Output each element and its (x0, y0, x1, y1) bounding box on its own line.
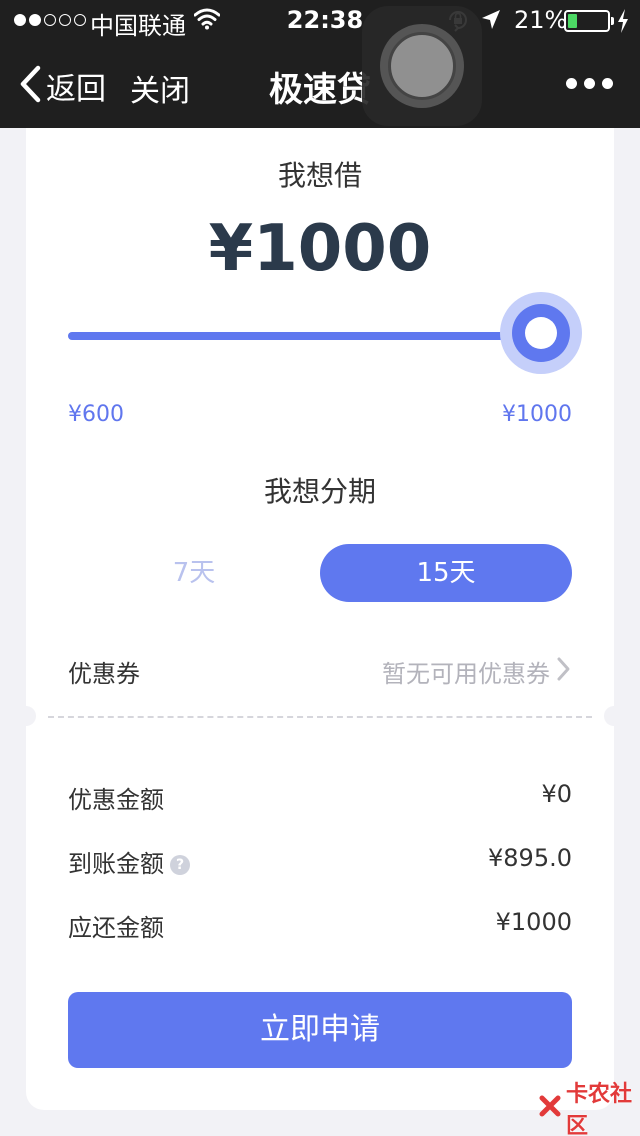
chevron-right-icon (556, 656, 572, 688)
watermark-text: 卡农社区 (566, 1082, 633, 1136)
received-amount-value: ¥895.0 (488, 844, 572, 872)
term-option-7-days[interactable]: 7天 (68, 544, 320, 602)
repay-amount-value: ¥1000 (495, 908, 572, 936)
slider-min-label: ¥600 (68, 402, 124, 427)
navigation-bar: 返回 关闭 极速贷 (0, 44, 640, 128)
battery-fill (568, 14, 577, 28)
top-bar: 中国联通 22:38 21% 返回 关闭 极速贷 (0, 0, 640, 128)
battery-icon (564, 10, 614, 32)
assistive-touch-button[interactable] (362, 6, 482, 126)
coupon-value: 暂无可用优惠券 (382, 660, 550, 688)
amount-slider-track[interactable] (68, 332, 572, 340)
slider-max-label: ¥1000 (502, 402, 572, 427)
card-notch-right (604, 706, 624, 726)
card-notch-left (16, 706, 36, 726)
apply-button[interactable]: 立即申请 (68, 992, 572, 1068)
loan-amount: ¥1000 (208, 212, 432, 286)
amount-slider-handle[interactable] (512, 304, 570, 362)
help-icon[interactable]: ? (170, 855, 190, 875)
discount-amount-label: 优惠金额 (68, 786, 164, 814)
location-arrow-icon (480, 8, 502, 36)
coupon-label: 优惠券 (68, 660, 140, 688)
received-amount-label: 到账金额? (68, 844, 190, 879)
repay-amount-label: 应还金额 (68, 914, 164, 942)
watermark: 卡农社区 (538, 1076, 640, 1136)
battery-tip (611, 17, 614, 25)
more-dots-icon[interactable] (566, 78, 613, 89)
installment-label: 我想分期 (263, 475, 376, 508)
discount-amount-value: ¥0 (541, 780, 572, 808)
borrow-label: 我想借 (277, 159, 362, 192)
term-option-15-days[interactable]: 15天 (320, 544, 572, 602)
page-title: 极速贷 (269, 70, 371, 110)
battery-percent: 21% (514, 6, 568, 34)
dashed-divider (48, 716, 592, 718)
charging-bolt-icon (616, 8, 630, 38)
watermark-logo-icon (538, 1094, 562, 1122)
coupon-selector[interactable]: 暂无可用优惠券 (382, 654, 572, 689)
status-bar: 中国联通 22:38 21% (0, 0, 640, 44)
